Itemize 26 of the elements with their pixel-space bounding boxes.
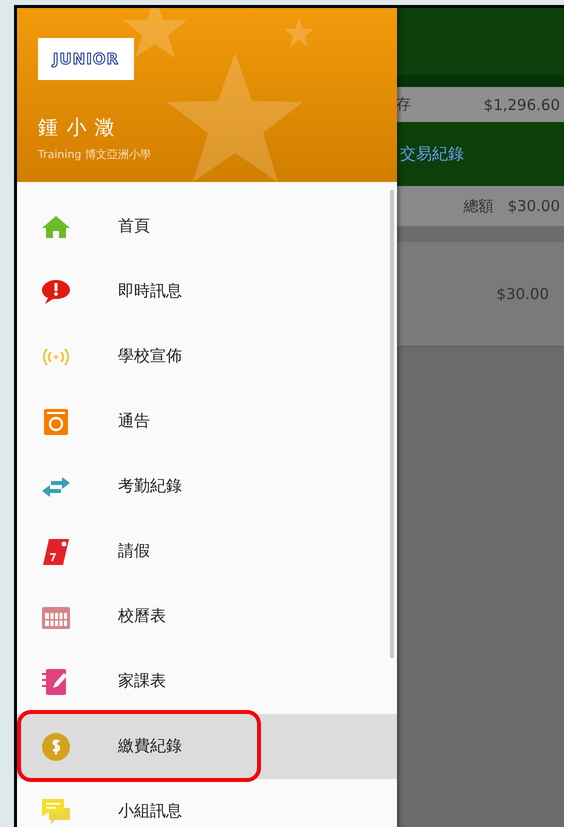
swap-arrows-icon bbox=[41, 474, 71, 498]
total-label: 總額 bbox=[464, 196, 494, 216]
balance-label: 存 bbox=[396, 95, 411, 114]
total-value: $30.00 bbox=[508, 197, 560, 215]
record-amount: $30.00 bbox=[496, 285, 549, 303]
speech-bubble-icon bbox=[41, 278, 71, 304]
balance-value: $1,296.60 bbox=[484, 96, 560, 114]
home-icon bbox=[41, 214, 71, 238]
user-name: 鍾 小 澂 bbox=[38, 114, 117, 141]
section-title: 交易紀錄 bbox=[400, 144, 464, 164]
menu-item[interactable]: 學校宣佈 bbox=[17, 324, 397, 389]
dollar-coin-icon bbox=[41, 732, 71, 762]
notice-icon bbox=[43, 408, 69, 436]
menu-item[interactable]: 首頁 bbox=[17, 194, 397, 259]
menu-item[interactable]: 請假 bbox=[17, 519, 397, 584]
school-name: Training 博文亞洲小學 bbox=[38, 147, 152, 162]
menu-item[interactable]: 小組訊息 bbox=[17, 779, 397, 827]
logo: JUNIOR bbox=[38, 38, 134, 80]
menu-item[interactable]: 家課表 bbox=[17, 649, 397, 714]
menu-item[interactable]: 繳費紀錄 bbox=[17, 714, 397, 779]
menu-item[interactable]: 考勤紀錄 bbox=[17, 454, 397, 519]
menu-item[interactable]: 即時訊息 bbox=[17, 259, 397, 324]
menu-item[interactable]: 校曆表 bbox=[17, 584, 397, 649]
menu-item[interactable]: 通告 bbox=[17, 389, 397, 454]
leave-card-icon bbox=[41, 538, 71, 566]
broadcast-icon bbox=[41, 346, 71, 368]
